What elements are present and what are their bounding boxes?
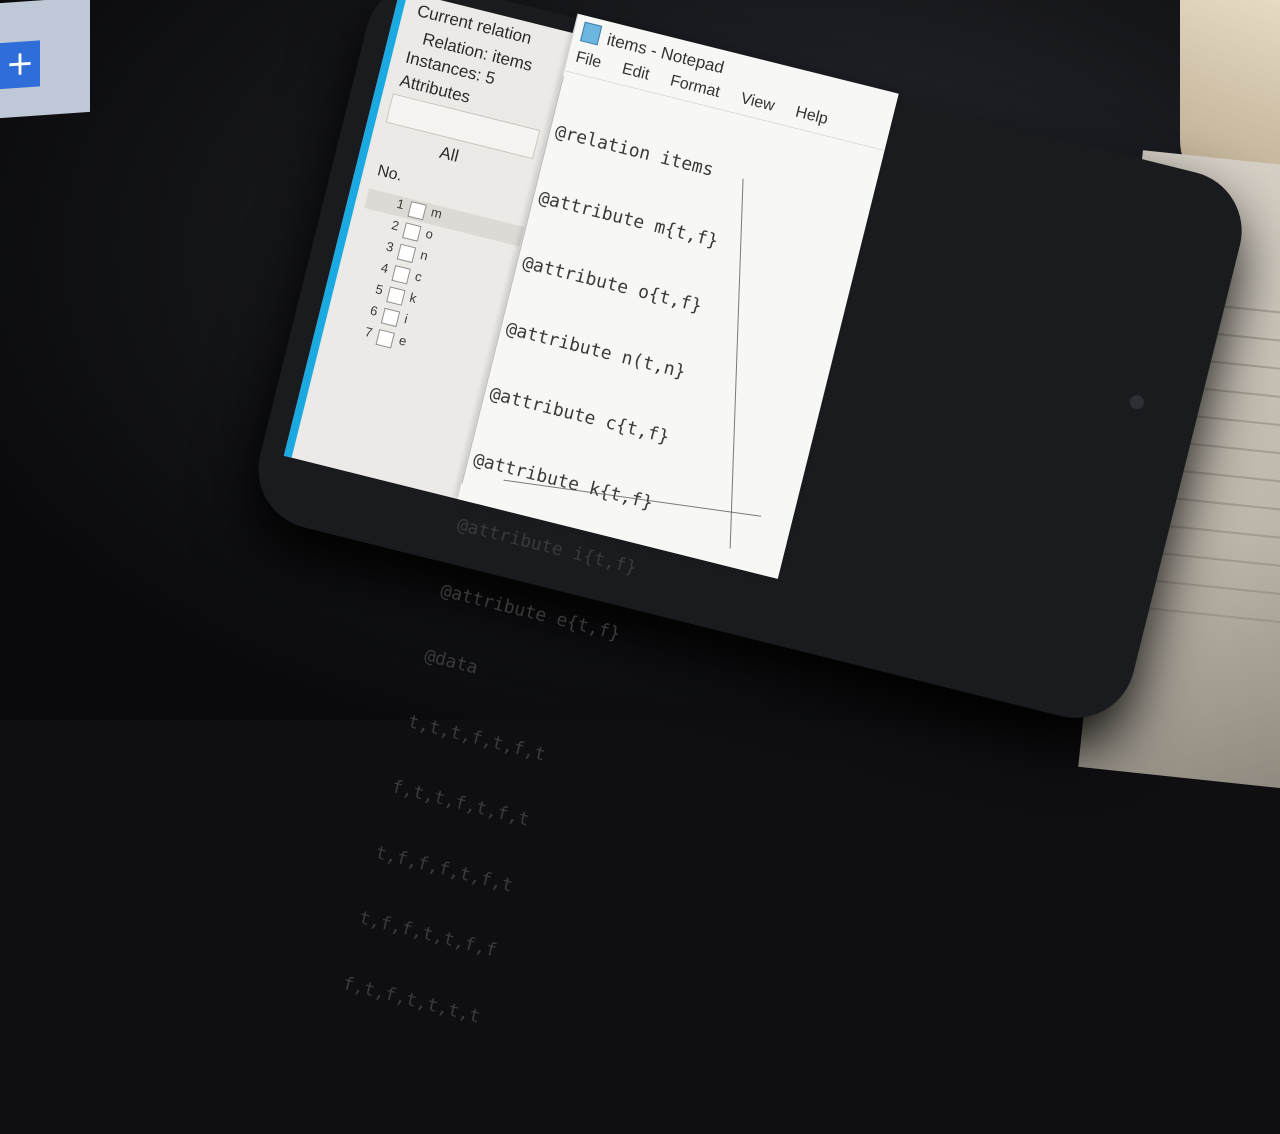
number-column-header: No. [375,162,404,185]
attribute-name: o [424,225,435,243]
attribute-number: 7 [363,323,375,341]
attribute-number: 2 [389,217,401,234]
attribute-number: 6 [368,302,380,319]
attribute-checkbox[interactable] [407,200,427,221]
attribute-name: n [418,247,430,264]
plus-icon[interactable]: + [0,40,40,90]
menu-file[interactable]: File [574,49,603,72]
attribute-name: c [413,268,424,285]
attribute-checkbox[interactable] [391,265,411,285]
all-button[interactable]: All [437,143,461,167]
attribute-number: 5 [374,281,385,298]
attribute-checkbox[interactable] [380,307,401,328]
menu-edit[interactable]: Edit [620,60,651,83]
menu-view[interactable]: View [739,90,776,115]
background-window: + [0,0,90,119]
attribute-checkbox[interactable] [375,329,395,349]
attribute-name: k [408,289,419,306]
notepad-icon [579,21,603,46]
attribute-number: 4 [379,259,390,277]
attribute-name: e [397,332,409,349]
attribute-name: m [429,204,444,222]
menu-help[interactable]: Help [794,104,830,128]
attribute-checkbox[interactable] [386,286,406,306]
attribute-name: i [402,311,410,327]
attribute-number: 3 [384,238,396,255]
attribute-number: 1 [395,195,406,213]
attribute-checkbox[interactable] [396,243,417,264]
camera-icon [1128,393,1146,411]
attribute-checkbox[interactable] [402,222,422,242]
